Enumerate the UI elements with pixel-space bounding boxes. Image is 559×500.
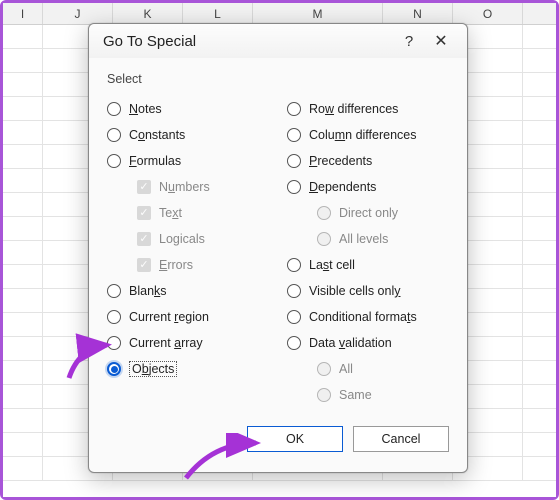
radio-visible-cells[interactable]: Visible cells only [287, 278, 449, 304]
radio-precedents[interactable]: Precedents [287, 148, 449, 174]
col-header[interactable]: N [383, 3, 453, 24]
radio-blanks[interactable]: Blanks [107, 278, 269, 304]
radio-dependents[interactable]: Dependents [287, 174, 449, 200]
help-icon[interactable]: ? [393, 33, 425, 50]
col-header[interactable]: K [113, 3, 183, 24]
radio-notes[interactable]: Notes [107, 96, 269, 122]
radio-row-diff[interactable]: Row differences [287, 96, 449, 122]
col-header[interactable]: L [183, 3, 253, 24]
dialog-button-row: OK Cancel [107, 426, 449, 452]
col-header[interactable]: O [453, 3, 523, 24]
section-label-select: Select [107, 72, 449, 86]
options-column-right: Row differences Column differences Prece… [287, 96, 449, 408]
radio-formulas[interactable]: Formulas [107, 148, 269, 174]
radio-all-levels: All levels [287, 226, 449, 252]
check-numbers: ✓Numbers [107, 174, 269, 200]
dialog-titlebar[interactable]: Go To Special ? ✕ [89, 24, 467, 58]
check-errors: ✓Errors [107, 252, 269, 278]
cancel-button[interactable]: Cancel [353, 426, 449, 452]
col-header[interactable]: J [43, 3, 113, 24]
radio-cond-formats[interactable]: Conditional formats [287, 304, 449, 330]
radio-objects[interactable]: Objects [107, 356, 269, 382]
column-header-row: I J K L M N O [3, 3, 556, 25]
go-to-special-dialog: Go To Special ? ✕ Select Notes Constants… [88, 23, 468, 473]
col-header[interactable]: M [253, 3, 383, 24]
radio-current-array[interactable]: Current array [107, 330, 269, 356]
radio-direct-only: Direct only [287, 200, 449, 226]
radio-same: Same [287, 382, 449, 408]
radio-constants[interactable]: Constants [107, 122, 269, 148]
col-header[interactable]: I [3, 3, 43, 24]
check-text: ✓Text [107, 200, 269, 226]
dialog-title: Go To Special [103, 33, 393, 50]
check-logicals: ✓Logicals [107, 226, 269, 252]
radio-current-region[interactable]: Current region [107, 304, 269, 330]
close-icon[interactable]: ✕ [425, 31, 457, 51]
radio-data-validation[interactable]: Data validation [287, 330, 449, 356]
options-column-left: Notes Constants Formulas ✓Numbers ✓Text … [107, 96, 269, 408]
radio-last-cell[interactable]: Last cell [287, 252, 449, 278]
ok-button[interactable]: OK [247, 426, 343, 452]
radio-all: All [287, 356, 449, 382]
radio-col-diff[interactable]: Column differences [287, 122, 449, 148]
